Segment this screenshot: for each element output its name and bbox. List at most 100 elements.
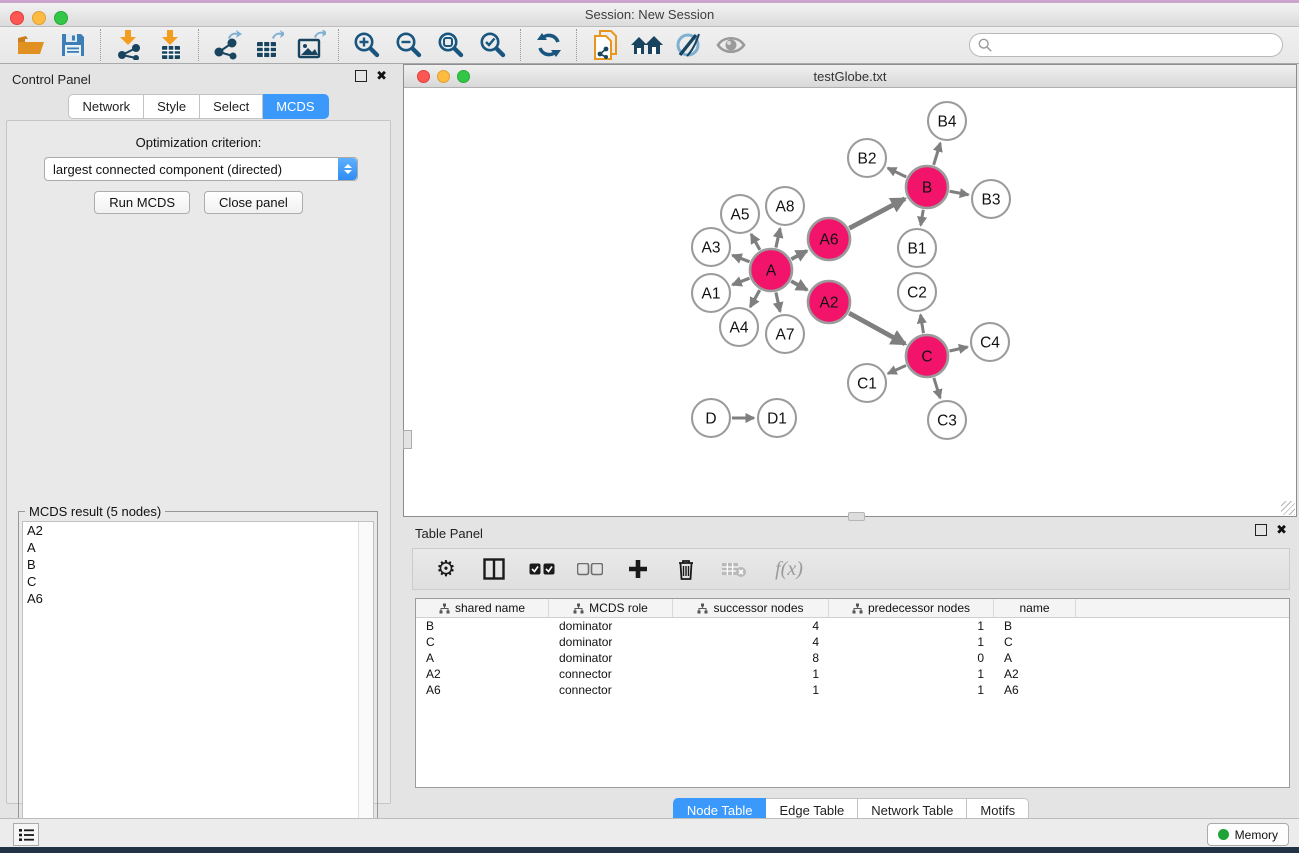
memory-button[interactable]: Memory bbox=[1207, 823, 1289, 846]
edge-B-B2[interactable] bbox=[888, 168, 907, 177]
edge-A-A6[interactable] bbox=[791, 251, 807, 259]
zoom-out-button[interactable] bbox=[388, 29, 430, 61]
main-titlebar[interactable]: Session: New Session bbox=[0, 3, 1299, 27]
graph-node-A8[interactable]: A8 bbox=[766, 187, 804, 225]
table-cell[interactable]: A6 bbox=[994, 683, 1076, 697]
graph-node-A3[interactable]: A3 bbox=[692, 228, 730, 266]
task-history-button[interactable] bbox=[13, 823, 39, 846]
delete-column-button[interactable] bbox=[673, 556, 699, 582]
table-cell[interactable]: 1 bbox=[829, 683, 994, 697]
table-cell[interactable]: 4 bbox=[673, 619, 829, 633]
graph-node-C2[interactable]: C2 bbox=[898, 273, 936, 311]
edge-A-A2[interactable] bbox=[791, 281, 807, 290]
column-header-predecessor-nodes[interactable]: predecessor nodes bbox=[829, 599, 994, 617]
table-cell[interactable]: 1 bbox=[673, 667, 829, 681]
column-header-name[interactable]: name bbox=[994, 599, 1076, 617]
zoom-in-button[interactable] bbox=[346, 29, 388, 61]
float-table-panel-icon[interactable] bbox=[1255, 524, 1267, 536]
edge-C-C3[interactable] bbox=[934, 378, 940, 398]
result-item[interactable]: C bbox=[23, 573, 373, 590]
edge-B-B1[interactable] bbox=[921, 210, 924, 226]
graph-node-D1[interactable]: D1 bbox=[758, 399, 796, 437]
graph-node-B4[interactable]: B4 bbox=[928, 102, 966, 140]
graph-node-C1[interactable]: C1 bbox=[848, 364, 886, 402]
edge-C-C1[interactable] bbox=[888, 365, 906, 373]
table-cell[interactable]: A2 bbox=[994, 667, 1076, 681]
table-cell[interactable]: 1 bbox=[829, 619, 994, 633]
export-network-button[interactable] bbox=[206, 29, 248, 61]
result-scrollbar[interactable] bbox=[358, 522, 373, 846]
edge-A-A3[interactable] bbox=[732, 255, 749, 262]
home-button[interactable] bbox=[626, 29, 668, 61]
graph-node-C4[interactable]: C4 bbox=[971, 323, 1009, 361]
search-field[interactable] bbox=[969, 33, 1283, 57]
open-file-button[interactable] bbox=[10, 29, 52, 61]
table-cell[interactable]: C bbox=[994, 635, 1076, 649]
result-item[interactable]: A2 bbox=[23, 522, 373, 539]
select-all-columns-button[interactable] bbox=[529, 556, 555, 582]
table-cell[interactable]: connector bbox=[549, 683, 673, 697]
refresh-button[interactable] bbox=[528, 29, 570, 61]
function-builder-button[interactable]: f(x) bbox=[769, 556, 809, 582]
table-cell[interactable]: 4 bbox=[673, 635, 829, 649]
table-cell[interactable]: 8 bbox=[673, 651, 829, 665]
table-row[interactable]: A2connector11A2 bbox=[416, 666, 1289, 682]
unselect-all-columns-button[interactable] bbox=[577, 556, 603, 582]
edge-A-A5[interactable] bbox=[751, 234, 760, 250]
table-row[interactable]: A6connector11A6 bbox=[416, 682, 1289, 698]
table-cell[interactable]: A2 bbox=[416, 667, 549, 681]
result-item[interactable]: A bbox=[23, 539, 373, 556]
graph-node-A5[interactable]: A5 bbox=[721, 195, 759, 233]
graph-node-A4[interactable]: A4 bbox=[720, 308, 758, 346]
search-input[interactable] bbox=[997, 37, 1274, 53]
edge-A-A8[interactable] bbox=[776, 228, 780, 247]
edge-C-C2[interactable] bbox=[921, 315, 924, 334]
close-table-panel-icon[interactable]: ✖ bbox=[1276, 525, 1287, 535]
network-graph[interactable]: B4B2BB3A8A5A6A3B1AA1C2A2A4A7C4CC1DD1C3 bbox=[404, 88, 1296, 517]
column-header-MCDS-role[interactable]: MCDS role bbox=[549, 599, 673, 617]
table-cell[interactable]: 1 bbox=[829, 667, 994, 681]
criterion-dropdown[interactable]: largest connected component (directed) bbox=[44, 157, 358, 181]
edge-A6-B[interactable] bbox=[849, 199, 905, 229]
birdseye-handle[interactable] bbox=[403, 430, 412, 449]
close-panel-icon[interactable]: ✖ bbox=[376, 71, 387, 81]
graph-node-A6[interactable]: A6 bbox=[808, 218, 850, 260]
table-cell[interactable]: connector bbox=[549, 667, 673, 681]
close-panel-button[interactable]: Close panel bbox=[204, 191, 303, 214]
new-session-from-network-button[interactable] bbox=[584, 29, 626, 61]
table-row[interactable]: Adominator80A bbox=[416, 650, 1289, 666]
column-header-shared-name[interactable]: shared name bbox=[416, 599, 549, 617]
graph-node-B3[interactable]: B3 bbox=[972, 180, 1010, 218]
graph-node-A1[interactable]: A1 bbox=[692, 274, 730, 312]
tab-mcds[interactable]: MCDS bbox=[263, 94, 328, 119]
table-cell[interactable]: B bbox=[416, 619, 549, 633]
network-canvas[interactable]: B4B2BB3A8A5A6A3B1AA1C2A2A4A7C4CC1DD1C3 bbox=[404, 88, 1296, 516]
graph-node-A2[interactable]: A2 bbox=[808, 281, 850, 323]
table-settings-button[interactable]: ⚙ bbox=[433, 556, 459, 582]
graph-node-C3[interactable]: C3 bbox=[928, 401, 966, 439]
show-columns-button[interactable] bbox=[481, 556, 507, 582]
table-cell[interactable]: A6 bbox=[416, 683, 549, 697]
result-item[interactable]: A6 bbox=[23, 590, 373, 607]
table-cell[interactable]: dominator bbox=[549, 619, 673, 633]
graph-node-C[interactable]: C bbox=[906, 335, 948, 377]
export-table-button[interactable] bbox=[248, 29, 290, 61]
edge-A2-C[interactable] bbox=[849, 313, 905, 344]
table-cell[interactable]: 1 bbox=[673, 683, 829, 697]
zoom-selected-button[interactable] bbox=[472, 29, 514, 61]
graph-node-B[interactable]: B bbox=[906, 166, 948, 208]
window-resize-grip[interactable] bbox=[1281, 501, 1295, 515]
import-table-button[interactable] bbox=[150, 29, 192, 61]
tab-network[interactable]: Network bbox=[68, 94, 144, 119]
table-cell[interactable]: dominator bbox=[549, 635, 673, 649]
graph-node-B2[interactable]: B2 bbox=[848, 139, 886, 177]
edge-B-B4[interactable] bbox=[934, 143, 941, 165]
graph-node-A[interactable]: A bbox=[750, 249, 792, 291]
hide-details-button[interactable] bbox=[668, 29, 710, 61]
table-cell[interactable]: dominator bbox=[549, 651, 673, 665]
edge-A-A7[interactable] bbox=[776, 292, 780, 311]
edge-A-A1[interactable] bbox=[732, 278, 749, 285]
table-cell[interactable]: A bbox=[416, 651, 549, 665]
table-cell[interactable]: 1 bbox=[829, 635, 994, 649]
table-cell[interactable]: C bbox=[416, 635, 549, 649]
